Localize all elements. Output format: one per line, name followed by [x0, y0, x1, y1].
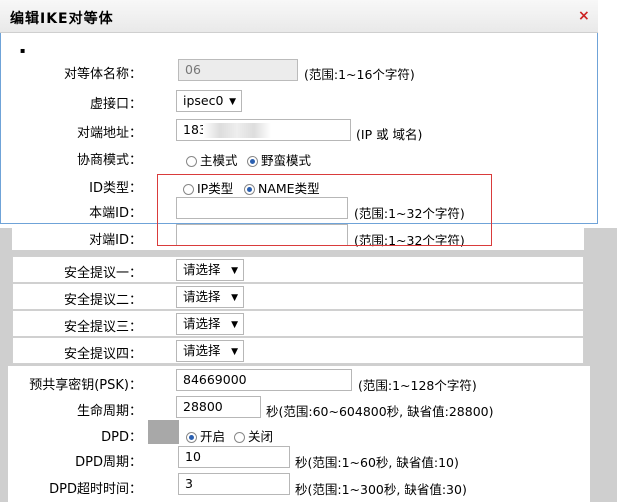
psk-input[interactable]: 84669000	[176, 369, 352, 391]
proposal-2-label: 安全提议二：	[63, 293, 142, 308]
proposal-4-select[interactable]: 请选择 ▼	[176, 340, 244, 362]
id-type-label: ID类型：	[89, 181, 142, 196]
peer-addr-hint: (IP 或 域名)	[356, 127, 423, 142]
proposal-4-label: 安全提议四：	[63, 347, 142, 362]
negotiation-label: 协商模式：	[76, 153, 142, 168]
peer-name-hint: (范围:1~16个字符)	[304, 67, 415, 82]
proposal-3-label: 安全提议三：	[63, 320, 142, 335]
remote-id-label: 对端ID：	[89, 233, 142, 248]
dpd-label-block	[148, 420, 179, 444]
dpd-timeout-label: DPD超时时间：	[49, 482, 142, 497]
chevron-down-icon: ▼	[231, 320, 238, 330]
chevron-down-icon: ▼	[231, 293, 238, 303]
dpd-period-label: DPD周期：	[75, 455, 142, 470]
marker-icon: ▪	[20, 46, 26, 55]
virtual-if-label: 虚接口：	[89, 97, 142, 112]
peer-name-label: 对等体名称：	[63, 67, 142, 82]
proposal-3-select[interactable]: 请选择 ▼	[176, 313, 244, 335]
peer-name-input[interactable]: 06	[178, 59, 298, 81]
dpd-label: DPD：	[101, 430, 142, 445]
dialog-title: 编辑IKE对等体	[10, 11, 114, 27]
negotiation-main-radio[interactable]: 主模式	[186, 150, 238, 169]
radio-on-icon	[186, 432, 197, 443]
chevron-down-icon: ▼	[229, 97, 236, 107]
lifetime-hint: 秒(范围:60~604800秒, 缺省值:28800)	[266, 404, 494, 419]
dpd-timeout-hint: 秒(范围:1~300秒, 缺省值:30)	[295, 482, 467, 497]
virtual-if-value: ipsec0	[183, 93, 224, 108]
dpd-period-input[interactable]: 10	[178, 446, 290, 468]
redacted-mask	[203, 123, 271, 138]
virtual-if-select[interactable]: ipsec0 ▼	[176, 90, 242, 112]
peer-addr-label: 对端地址：	[76, 126, 142, 141]
psk-hint: (范围:1~128个字符)	[358, 378, 477, 393]
close-icon[interactable]: ×	[578, 8, 590, 24]
dpd-off-radio[interactable]: 关闭	[234, 426, 273, 445]
proposal-1-label: 安全提议一：	[63, 266, 142, 281]
chevron-down-icon: ▼	[231, 266, 238, 276]
negotiation-aggressive-radio[interactable]: 野蛮模式	[247, 150, 311, 169]
right-strip	[598, 0, 617, 228]
radio-off-icon	[186, 156, 197, 167]
dialog-titlebar: 编辑IKE对等体 ×	[0, 0, 598, 33]
local-id-label: 本端ID：	[89, 206, 142, 221]
lifetime-input[interactable]: 28800	[176, 396, 261, 418]
proposal-1-select[interactable]: 请选择 ▼	[176, 259, 244, 281]
dpd-on-radio[interactable]: 开启	[186, 426, 225, 445]
psk-label: 预共享密钥(PSK)：	[29, 378, 142, 393]
radio-off-icon	[234, 432, 245, 443]
dpd-timeout-input[interactable]: 3	[178, 473, 290, 495]
radio-on-icon	[247, 156, 258, 167]
proposal-2-select[interactable]: 请选择 ▼	[176, 286, 244, 308]
dpd-period-hint: 秒(范围:1~60秒, 缺省值:10)	[295, 455, 459, 470]
lifetime-label: 生命周期：	[76, 404, 142, 419]
id-highlight-box	[157, 174, 492, 246]
chevron-down-icon: ▼	[231, 347, 238, 357]
